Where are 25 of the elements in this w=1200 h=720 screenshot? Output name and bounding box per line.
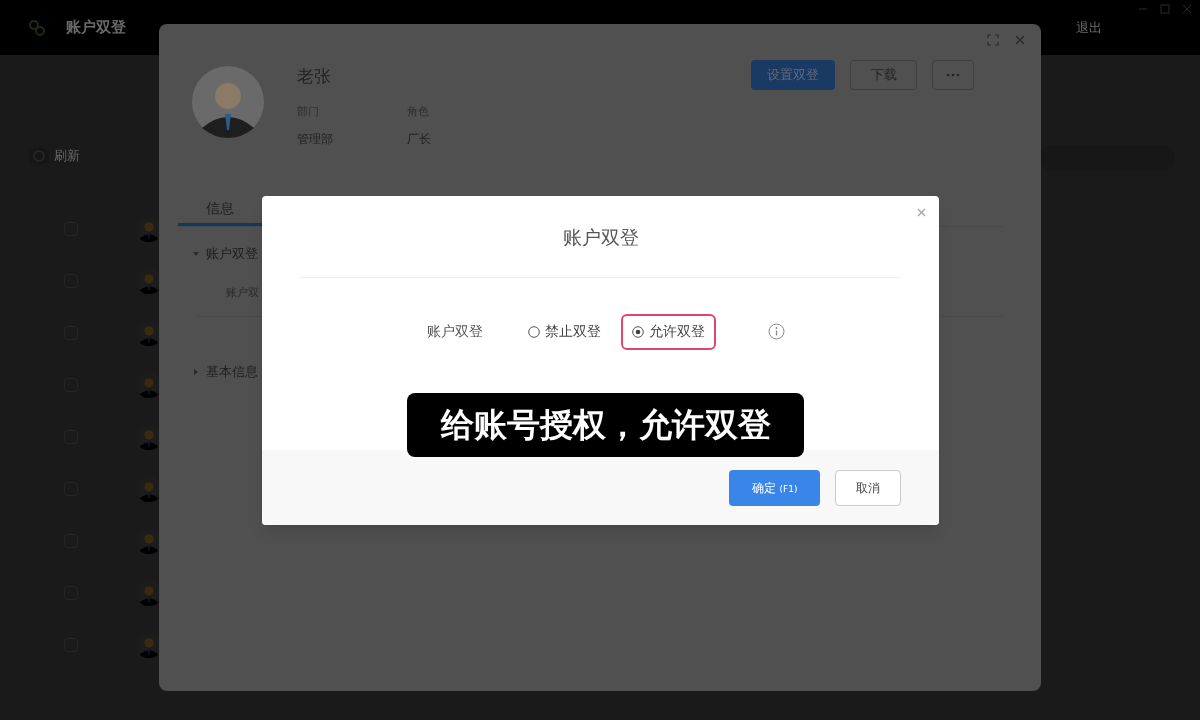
radio-option[interactable]: 允许双登 bbox=[621, 313, 716, 350]
radio-option[interactable]: 禁止双登 bbox=[517, 313, 612, 350]
dialog-title: 账户双登 bbox=[562, 225, 639, 250]
maximize-icon[interactable] bbox=[1160, 4, 1170, 14]
close-icon[interactable] bbox=[917, 208, 926, 217]
app-title: 账户双登 bbox=[66, 17, 126, 39]
caret-down-icon bbox=[192, 250, 200, 258]
close-icon[interactable] bbox=[1015, 35, 1025, 45]
more-icon bbox=[946, 73, 960, 77]
logo-icon bbox=[28, 18, 46, 37]
radio-button[interactable] bbox=[528, 325, 540, 338]
action-button[interactable]: 设置双登 bbox=[751, 60, 835, 90]
dialog-button[interactable]: 取消 bbox=[835, 469, 901, 506]
refresh-button[interactable]: 刷新 bbox=[28, 145, 80, 167]
more-button[interactable] bbox=[932, 60, 974, 90]
info-icon[interactable] bbox=[768, 323, 785, 340]
dialog-button[interactable]: 确定 (F1) bbox=[729, 469, 820, 506]
radio-button[interactable] bbox=[632, 325, 644, 338]
avatar-icon bbox=[192, 66, 264, 138]
field-label: 账户双登 bbox=[427, 322, 483, 341]
caption-text: 给账号授权，允许双登 bbox=[440, 404, 771, 447]
logout-link[interactable]: 退出 bbox=[1076, 17, 1102, 38]
caret-right-icon bbox=[192, 367, 200, 376]
close-icon[interactable] bbox=[1182, 4, 1192, 14]
fullscreen-icon[interactable] bbox=[987, 34, 999, 46]
